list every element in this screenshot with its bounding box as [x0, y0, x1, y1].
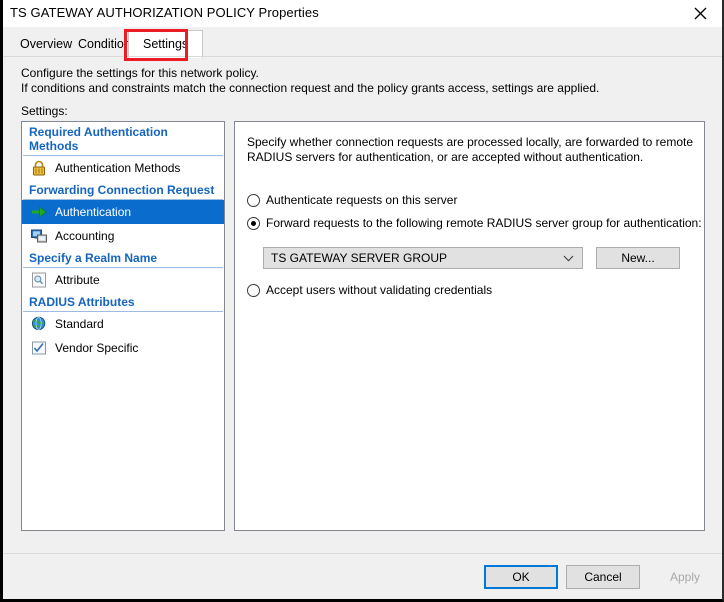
- tree-group-title-required-auth: Required Authentication Methods: [23, 122, 223, 156]
- tree-item-attribute[interactable]: Attribute: [22, 268, 224, 292]
- content-description-line-2: RADIUS servers for authentication, or ar…: [247, 150, 644, 164]
- tab-strip-divider: [3, 56, 722, 57]
- page-description-line-2: If conditions and constraints match the …: [21, 81, 600, 95]
- radio-indicator: [247, 193, 260, 207]
- radio-label: Authenticate requests on this server: [266, 193, 458, 207]
- tree-item-standard[interactable]: Standard: [22, 312, 224, 336]
- tree-item-label: Attribute: [55, 273, 100, 287]
- radio-label: Forward requests to the following remote…: [266, 216, 702, 230]
- settings-tree-panel: Required Authentication Methods Authenti…: [21, 121, 225, 531]
- tree-group-title-specify-realm-name: Specify a Realm Name: [23, 248, 223, 268]
- footer-divider: [3, 553, 722, 554]
- ok-button[interactable]: OK: [484, 565, 558, 589]
- title-bar: TS GATEWAY AUTHORIZATION POLICY Properti…: [3, 0, 722, 28]
- tab-settings[interactable]: Settings: [128, 30, 204, 58]
- close-icon[interactable]: [678, 0, 722, 27]
- globe-icon: [30, 315, 48, 333]
- server-group-row: TS GATEWAY SERVER GROUP New...: [263, 247, 680, 269]
- radio-indicator: [247, 216, 260, 230]
- tree-item-authentication[interactable]: Authentication: [22, 200, 224, 224]
- cancel-button[interactable]: Cancel: [566, 565, 640, 589]
- green-arrow-icon: [30, 203, 48, 221]
- magnifier-icon: [30, 271, 48, 289]
- radio-accept-without-validating[interactable]: Accept users without validating credenti…: [247, 283, 492, 297]
- properties-dialog: TS GATEWAY AUTHORIZATION POLICY Properti…: [0, 0, 724, 602]
- settings-list-label: Settings:: [21, 104, 68, 118]
- tree-item-label: Accounting: [55, 229, 115, 243]
- apply-button: Apply: [648, 565, 722, 589]
- radio-forward-to-remote-radius-group[interactable]: Forward requests to the following remote…: [247, 216, 702, 230]
- tree-item-label: Authentication: [55, 205, 132, 219]
- radio-indicator: [247, 283, 260, 297]
- checkbox-form-icon: [30, 339, 48, 357]
- chevron-down-icon: [563, 248, 574, 268]
- content-description-line-1: Specify whether connection requests are …: [247, 135, 694, 149]
- new-server-group-button[interactable]: New...: [596, 247, 680, 269]
- computers-icon: [30, 227, 48, 245]
- settings-content-panel: Specify whether connection requests are …: [234, 121, 705, 531]
- tree-group-title-forwarding-connection-request: Forwarding Connection Request: [23, 180, 223, 200]
- radio-label: Accept users without validating credenti…: [266, 283, 493, 297]
- server-group-selected-value: TS GATEWAY SERVER GROUP: [271, 251, 448, 265]
- radio-authenticate-on-this-server[interactable]: Authenticate requests on this server: [247, 193, 457, 207]
- tree-item-label: Standard: [55, 317, 104, 331]
- padlock-icon: [30, 159, 48, 177]
- window-title: TS GATEWAY AUTHORIZATION POLICY Properti…: [10, 5, 319, 20]
- page-description-line-1: Configure the settings for this network …: [21, 66, 259, 80]
- tab-strip: Overview Conditions Settings: [3, 27, 722, 58]
- tree-item-accounting[interactable]: Accounting: [22, 224, 224, 248]
- tree-item-authentication-methods[interactable]: Authentication Methods: [22, 156, 224, 180]
- tree-item-label: Vendor Specific: [55, 341, 139, 355]
- tree-group-title-radius-attributes: RADIUS Attributes: [23, 292, 223, 312]
- remote-radius-server-group-select[interactable]: TS GATEWAY SERVER GROUP: [263, 247, 583, 269]
- tree-item-label: Authentication Methods: [55, 161, 181, 175]
- tree-item-vendor-specific[interactable]: Vendor Specific: [22, 336, 224, 360]
